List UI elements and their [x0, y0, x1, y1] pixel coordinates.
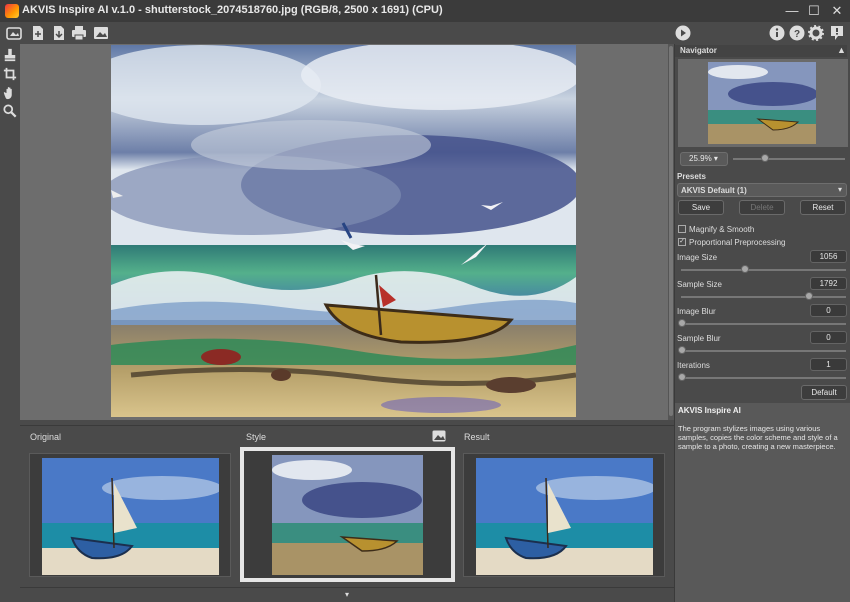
param-slider[interactable] [681, 323, 846, 325]
param-value[interactable]: 1056 [810, 250, 847, 263]
print-icon[interactable] [71, 25, 87, 41]
style-thumbnail-frame[interactable] [240, 447, 455, 582]
chevron-down-icon: ▾ [838, 185, 843, 194]
save-preset-button[interactable]: Save [678, 200, 724, 215]
result-photo [476, 458, 653, 575]
style-photo [272, 455, 423, 575]
param-slider-knob[interactable] [678, 373, 686, 381]
proportional-label: Proportional Preprocessing [689, 238, 786, 247]
param-slider-knob[interactable] [741, 265, 749, 273]
proportional-checkbox[interactable]: ✓ [678, 238, 686, 246]
close-button[interactable]: ✕ [829, 3, 845, 19]
tool-panel [0, 44, 20, 602]
play-icon[interactable] [675, 25, 691, 41]
param-label: Iterations [677, 361, 710, 370]
load-style-image-icon[interactable] [432, 430, 446, 442]
stamp-icon[interactable] [3, 48, 17, 62]
preset-value: AKVIS Default (1) [681, 186, 747, 195]
param-label: Sample Size [677, 280, 722, 289]
zoom-slider[interactable] [733, 158, 845, 160]
navigator-preview[interactable] [678, 59, 848, 147]
original-photo [42, 458, 219, 575]
magnify-checkbox[interactable] [678, 225, 686, 233]
reset-preset-button[interactable]: Reset [800, 200, 846, 215]
app-logo-icon [5, 4, 19, 18]
zoom-select[interactable]: 25.9% ▾ [680, 152, 728, 166]
help-icon[interactable]: ? [789, 25, 805, 41]
crop-icon[interactable] [3, 67, 17, 81]
info-icon[interactable] [769, 25, 785, 41]
navigator-title: Navigator [680, 46, 717, 55]
feedback-icon[interactable] [829, 25, 845, 41]
maximize-button[interactable]: ☐ [806, 3, 822, 19]
param-value[interactable]: 1792 [810, 277, 847, 290]
default-button[interactable]: Default [801, 385, 847, 400]
zoom-value: 25.9% [689, 154, 712, 163]
info-title: AKVIS Inspire AI [678, 406, 741, 415]
minimize-button[interactable]: — [784, 3, 800, 19]
settings-icon[interactable] [808, 25, 824, 41]
param-label: Image Size [677, 253, 718, 262]
delete-preset-button[interactable]: Delete [739, 200, 785, 215]
watercolor-seascape-image [111, 45, 576, 417]
param-label: Image Blur [677, 307, 716, 316]
presets-title: Presets [677, 172, 706, 181]
home-icon[interactable] [6, 25, 22, 41]
magnify-label: Magnify & Smooth [689, 225, 755, 234]
param-value[interactable]: 0 [810, 331, 847, 344]
param-slider-knob[interactable] [678, 346, 686, 354]
save-icon[interactable] [51, 25, 67, 41]
param-slider[interactable] [681, 269, 846, 271]
param-value[interactable]: 0 [810, 304, 847, 317]
info-text: The program stylizes images using variou… [678, 424, 838, 451]
param-slider-knob[interactable] [805, 292, 813, 300]
open-icon[interactable] [30, 25, 46, 41]
result-thumbnail-frame[interactable] [463, 453, 665, 577]
svg-text:?: ? [794, 29, 800, 40]
style-label: Style [246, 432, 267, 442]
param-value[interactable]: 1 [810, 358, 847, 371]
collapse-navigator-icon[interactable]: ▲ [837, 45, 846, 55]
hand-icon[interactable] [3, 86, 17, 100]
image-icon[interactable] [93, 25, 109, 41]
navigator-thumbnail [708, 62, 816, 144]
param-slider-knob[interactable] [678, 319, 686, 327]
toolbar [0, 22, 850, 44]
expand-panel-button[interactable]: ▾ [20, 587, 674, 602]
preset-select[interactable]: AKVIS Default (1) ▾ [677, 183, 847, 197]
param-slider[interactable] [681, 377, 846, 379]
param-label: Sample Blur [677, 334, 721, 343]
param-slider[interactable] [681, 296, 846, 298]
param-slider[interactable] [681, 350, 846, 352]
original-thumbnail-frame[interactable] [29, 453, 231, 577]
chevron-down-icon: ▾ [713, 154, 718, 163]
window-title: AKVIS Inspire AI v.1.0 - shutterstock_20… [22, 4, 443, 16]
scrollbar-thumb[interactable] [669, 46, 673, 416]
result-label: Result [464, 432, 490, 442]
original-label: Original [30, 432, 62, 442]
image-canvas[interactable] [111, 45, 576, 417]
zoom-slider-knob[interactable] [761, 154, 769, 162]
zoom-icon[interactable] [3, 104, 17, 118]
